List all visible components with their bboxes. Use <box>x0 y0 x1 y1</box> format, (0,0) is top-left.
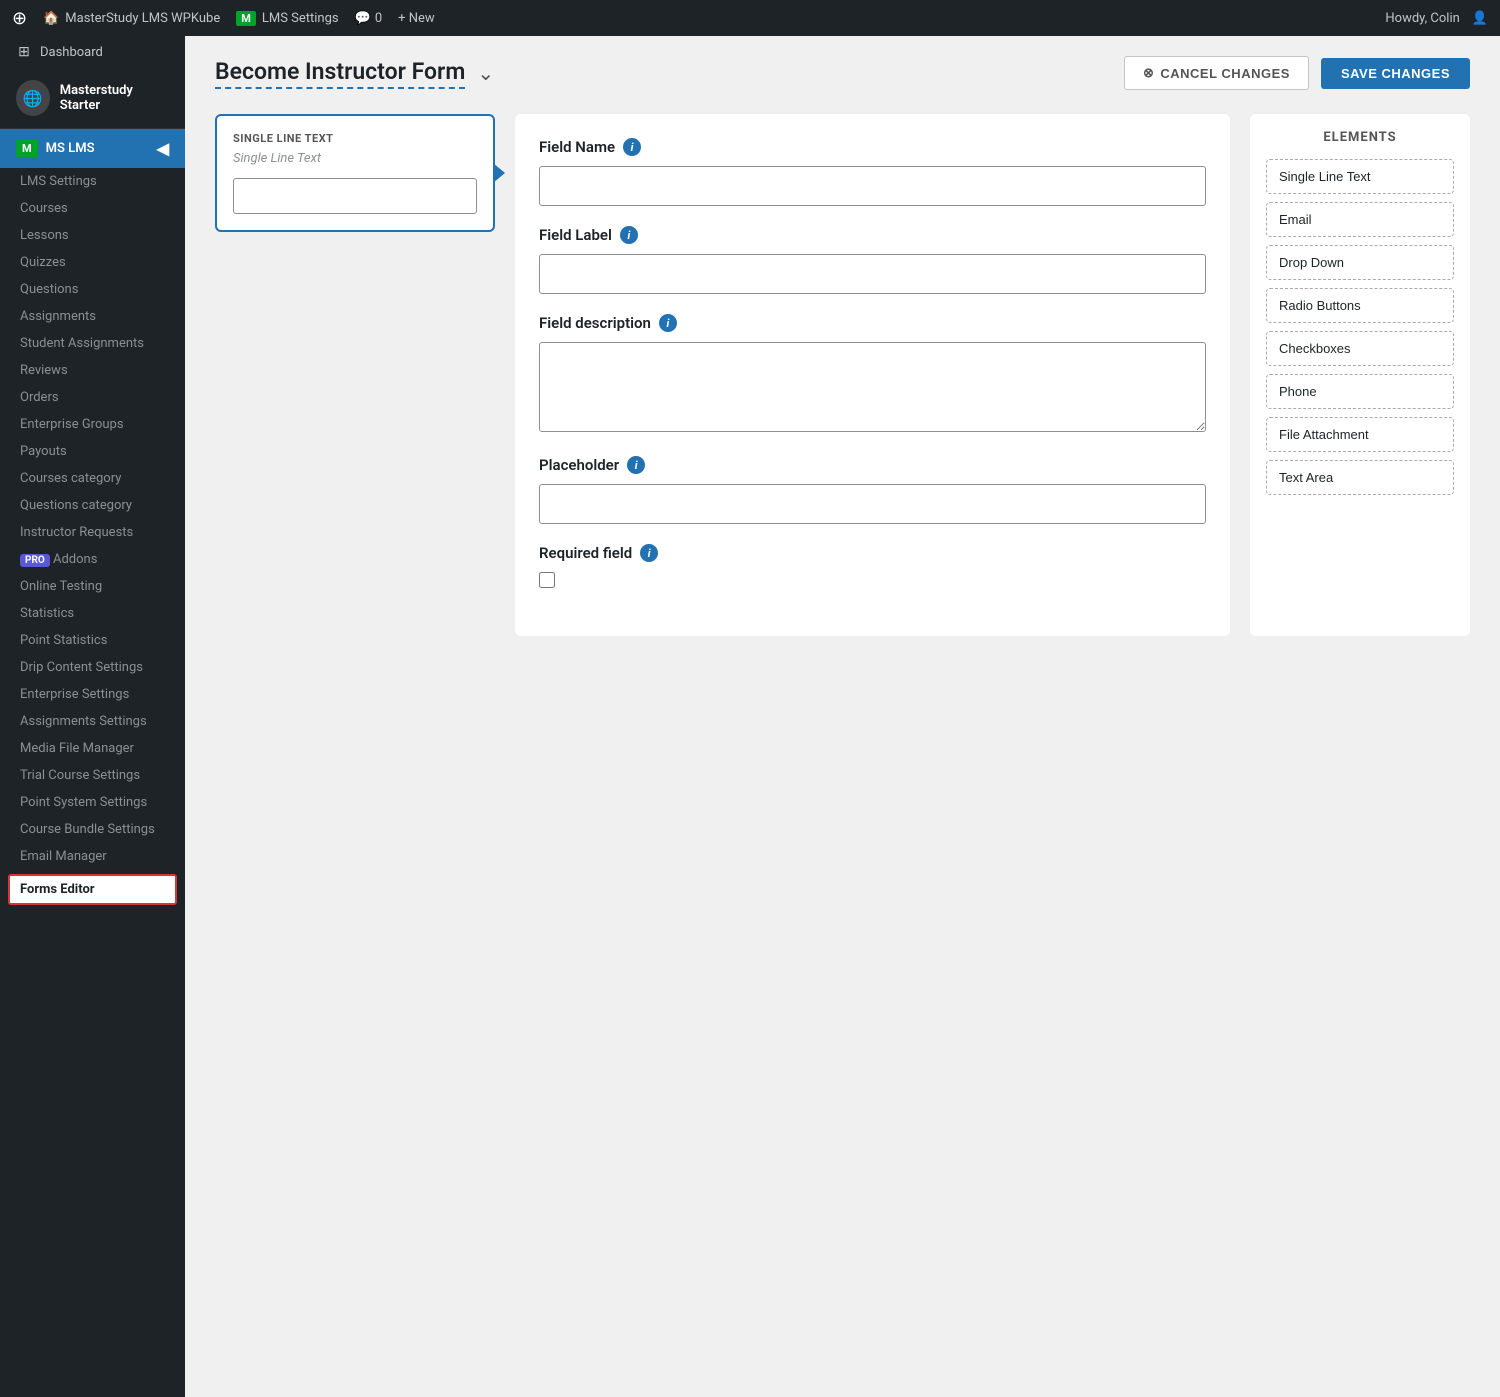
form-element-card[interactable]: SINGLE LINE TEXT Single Line Text <box>215 114 495 232</box>
dashboard-icon: ⊞ <box>16 44 32 60</box>
elements-title: ELEMENTS <box>1266 130 1454 145</box>
sidebar-item-point-statistics[interactable]: Point Statistics <box>0 627 185 654</box>
element-btn-checkboxes[interactable]: Checkboxes <box>1266 331 1454 366</box>
field-description-info-icon[interactable]: i <box>659 314 677 332</box>
sidebar: ⊞ Dashboard 🌐 Masterstudy Starter M MS L… <box>0 36 185 1397</box>
required-field-info-icon[interactable]: i <box>640 544 658 562</box>
element-preview-input[interactable] <box>233 178 477 214</box>
sidebar-item-student-assignments[interactable]: Student Assignments <box>0 330 185 357</box>
wp-icon: ⊕ <box>12 8 27 29</box>
sidebar-item-statistics[interactable]: Statistics <box>0 600 185 627</box>
lms-settings-link[interactable]: M LMS Settings <box>236 11 338 26</box>
collapse-icon: ◀ <box>157 139 169 158</box>
element-btn-text-area[interactable]: Text Area <box>1266 460 1454 495</box>
element-name: Single Line Text <box>233 151 477 166</box>
cancel-button[interactable]: ⊗ CANCEL CHANGES <box>1124 56 1309 90</box>
comments-link[interactable]: 💬 0 <box>355 11 383 26</box>
page-title: Become Instructor Form <box>215 58 465 89</box>
sidebar-item-email-manager[interactable]: Email Manager <box>0 843 185 870</box>
field-description-label: Field description i <box>539 314 1206 332</box>
field-name-label: Field Name i <box>539 138 1206 156</box>
sidebar-item-questions[interactable]: Questions <box>0 276 185 303</box>
sidebar-item-quizzes[interactable]: Quizzes <box>0 249 185 276</box>
required-field-label: Required field i <box>539 544 1206 562</box>
sidebar-item-lessons[interactable]: Lessons <box>0 222 185 249</box>
sidebar-item-payouts[interactable]: Payouts <box>0 438 185 465</box>
page-header: Become Instructor Form ⌄ ⊗ CANCEL CHANGE… <box>215 56 1470 90</box>
element-btn-phone[interactable]: Phone <box>1266 374 1454 409</box>
field-settings-panel: Field Name i Field Label i Field descrip… <box>515 114 1230 636</box>
elements-panel: ELEMENTS Single Line Text Email Drop Down R… <box>1250 114 1470 636</box>
user-avatar-small: 👤 <box>1472 11 1488 26</box>
elements-buttons-container: Single Line Text Email Drop Down Radio Butt… <box>1266 159 1454 495</box>
placeholder-info-icon[interactable]: i <box>627 456 645 474</box>
sidebar-item-lms-settings[interactable]: LMS Settings <box>0 168 185 195</box>
field-label-group: Field Label i <box>539 226 1206 294</box>
content-area: Become Instructor Form ⌄ ⊗ CANCEL CHANGE… <box>185 36 1500 1397</box>
sidebar-item-forms-editor[interactable]: Forms Editor <box>8 874 177 905</box>
field-description-group: Field description i <box>539 314 1206 436</box>
placeholder-input[interactable] <box>539 484 1206 524</box>
sidebar-user: 🌐 Masterstudy Starter <box>0 68 185 129</box>
pro-badge: PRO <box>20 554 50 567</box>
sidebar-item-point-system-settings[interactable]: Point System Settings <box>0 789 185 816</box>
sidebar-item-instructor-requests[interactable]: Instructor Requests <box>0 519 185 546</box>
field-label-label: Field Label i <box>539 226 1206 244</box>
sidebar-item-enterprise-settings[interactable]: Enterprise Settings <box>0 681 185 708</box>
element-btn-single-line-text[interactable]: Single Line Text <box>1266 159 1454 194</box>
sidebar-item-courses-category[interactable]: Courses category <box>0 465 185 492</box>
sidebar-item-dashboard[interactable]: ⊞ Dashboard <box>0 36 185 68</box>
howdy-text: Howdy, Colin <box>1385 11 1459 26</box>
sidebar-item-addons[interactable]: PRO Addons <box>0 546 185 573</box>
field-label-info-icon[interactable]: i <box>620 226 638 244</box>
form-builder: SINGLE LINE TEXT Single Line Text Field … <box>215 114 1470 636</box>
sidebar-item-drip-content-settings[interactable]: Drip Content Settings <box>0 654 185 681</box>
sidebar-item-courses[interactable]: Courses <box>0 195 185 222</box>
save-button[interactable]: SAVE CHANGES <box>1321 58 1470 89</box>
element-btn-drop-down[interactable]: Drop Down <box>1266 245 1454 280</box>
required-field-group: Required field i <box>539 544 1206 592</box>
admin-bar: ⊕ 🏠 MasterStudy LMS WPKube M LMS Setting… <box>0 0 1500 36</box>
chevron-down-icon[interactable]: ⌄ <box>477 61 494 85</box>
sidebar-sub-items: LMS SettingsCoursesLessonsQuizzesQuestio… <box>0 168 185 905</box>
sidebar-item-online-testing[interactable]: Online Testing <box>0 573 185 600</box>
placeholder-group: Placeholder i <box>539 456 1206 524</box>
sidebar-item-trial-course-settings[interactable]: Trial Course Settings <box>0 762 185 789</box>
sidebar-item-media-file-manager[interactable]: Media File Manager <box>0 735 185 762</box>
sidebar-item-reviews[interactable]: Reviews <box>0 357 185 384</box>
placeholder-label: Placeholder i <box>539 456 1206 474</box>
sidebar-item-assignments-settings[interactable]: Assignments Settings <box>0 708 185 735</box>
element-btn-radio-buttons[interactable]: Radio Buttons <box>1266 288 1454 323</box>
sidebar-item-enterprise-groups[interactable]: Enterprise Groups <box>0 411 185 438</box>
element-type-label: SINGLE LINE TEXT <box>233 132 477 145</box>
sidebar-item-questions-category[interactable]: Questions category <box>0 492 185 519</box>
site-name[interactable]: 🏠 MasterStudy LMS WPKube <box>43 11 220 26</box>
header-buttons: ⊗ CANCEL CHANGES SAVE CHANGES <box>1124 56 1470 90</box>
sidebar-item-orders[interactable]: Orders <box>0 384 185 411</box>
field-label-input[interactable] <box>539 254 1206 294</box>
cancel-icon: ⊗ <box>1143 65 1154 81</box>
field-description-textarea[interactable] <box>539 342 1206 432</box>
sidebar-item-assignments[interactable]: Assignments <box>0 303 185 330</box>
field-name-input[interactable] <box>539 166 1206 206</box>
new-link[interactable]: + New <box>398 11 435 26</box>
field-name-group: Field Name i <box>539 138 1206 206</box>
element-btn-file-attachment[interactable]: File Attachment <box>1266 417 1454 452</box>
sidebar-item-course-bundle-settings[interactable]: Course Bundle Settings <box>0 816 185 843</box>
avatar: 🌐 <box>16 80 50 116</box>
form-preview-panel: SINGLE LINE TEXT Single Line Text <box>215 114 495 636</box>
element-btn-email[interactable]: Email <box>1266 202 1454 237</box>
sidebar-item-ms-lms[interactable]: M MS LMS ◀ <box>0 129 185 168</box>
required-field-checkbox[interactable] <box>539 572 555 588</box>
field-name-info-icon[interactable]: i <box>623 138 641 156</box>
